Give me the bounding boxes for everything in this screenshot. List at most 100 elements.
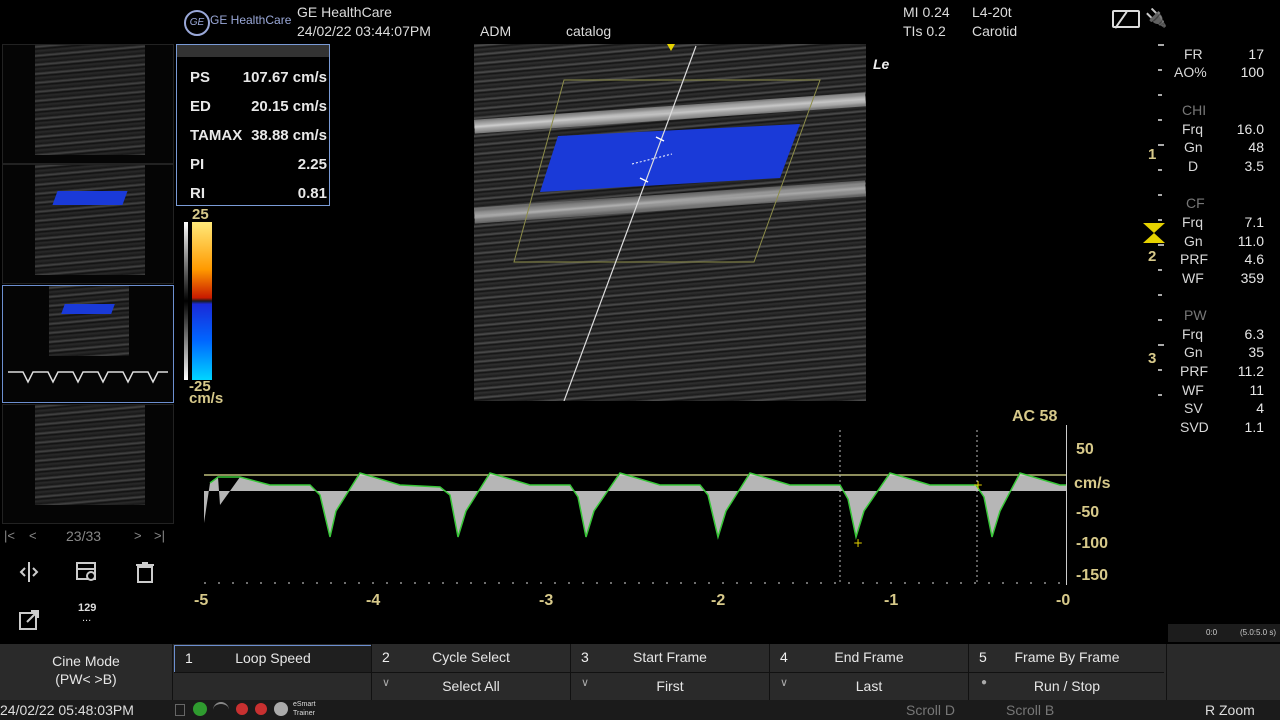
export-icon[interactable] (17, 608, 41, 632)
colorbar-unit-label: cm/s (189, 390, 224, 407)
pw-svd-value: 1.1 (1244, 419, 1264, 435)
param-ao-value: 100 (1240, 64, 1264, 80)
header: GE GE HealthCare GE HealthCare 24/02/22 … (0, 0, 1280, 44)
bmode-image[interactable] (474, 44, 866, 401)
thumbnail-1[interactable] (2, 44, 174, 164)
pw-svd-label: SVD (1180, 419, 1209, 435)
softkey-frame-by-frame[interactable]: 5 Frame By Frame (969, 645, 1165, 671)
cf-prf-label: PRF (1180, 251, 1208, 267)
thumb-last-button[interactable]: >| (154, 528, 165, 543)
softkey-select-all[interactable]: ∨ Select All (372, 674, 570, 700)
doppler-y-tick-50: 50 (1076, 441, 1094, 458)
pw-wf-label: WF (1182, 382, 1204, 398)
depth-mark-3: 3 (1148, 350, 1157, 367)
thumbnail-4[interactable] (2, 404, 174, 524)
cine-info-bar: 0:0 (5.0:5.0 s) (1168, 624, 1280, 642)
softkey-end-frame[interactable]: 4 End Frame (770, 645, 968, 671)
probe-name: L4-20t (972, 4, 1012, 20)
preset-name: Carotid (972, 23, 1018, 39)
meas-row-tamax: TAMAX 38.88 cm/s (190, 127, 327, 144)
pw-sv-value: 4 (1256, 400, 1264, 416)
status-bar: 24/02/22 05:48:03PM eSmart Trainer Scrol… (0, 700, 1280, 720)
chi-d-label: D (1188, 158, 1199, 174)
measurement-panel[interactable]: PS 107.67 cm/s ED 20.15 cm/s TAMAX 38.88 cm… (176, 44, 330, 206)
softkey-loop-speed[interactable]: 1 Loop Speed (174, 645, 372, 673)
pw-sv-label: SV (1184, 400, 1203, 416)
doppler-y-unit: cm/s (1074, 475, 1111, 492)
depth-mark-1: 1 (1148, 146, 1157, 163)
cine-info-right: (5.0:5.0 s) (1240, 628, 1277, 637)
param-fr-value: 17 (1248, 46, 1264, 62)
doppler-y-axis (1066, 425, 1073, 585)
doppler-spectrum[interactable]: + + (200, 425, 1070, 590)
pw-frq-label: Frq (1182, 326, 1203, 342)
thumb-prev-button[interactable]: < (29, 528, 37, 543)
thumbnail-2[interactable] (2, 164, 174, 284)
svg-text:+: + (853, 536, 863, 550)
softkey-bar: Cine Mode (PW< >B) 1 Loop Speed 2 Cycle … (0, 644, 1280, 700)
chi-frq-value: 16.0 (1236, 121, 1264, 137)
parameter-panel: FR 17 AO% 100 CHI Frq 16.0 Gn 48 D 3.5 C… (1170, 44, 1280, 444)
doppler-y-tick-neg150: -150 (1076, 567, 1109, 584)
color-velocity-bar (184, 222, 212, 380)
scroll-b-label[interactable]: Scroll B (1006, 702, 1054, 718)
softkey-loop-speed-value[interactable] (174, 674, 370, 700)
softkey-first[interactable]: ∨ First (571, 674, 769, 700)
thumb-counter: 23/33 (66, 528, 102, 544)
chi-title: CHI (1182, 102, 1207, 118)
image-orientation-label: Le (873, 56, 890, 72)
cine-mode-label[interactable]: Cine Mode (PW< >B) (0, 644, 172, 700)
softkey-start-frame[interactable]: 3 Start Frame (571, 645, 769, 671)
pw-prf-value: 11.2 (1237, 363, 1264, 379)
ge-logo-icon: GE (184, 10, 210, 36)
thumb-first-button[interactable]: |< (4, 528, 15, 543)
review-grid-icon[interactable] (75, 560, 99, 584)
scroll-d-label[interactable]: Scroll D (906, 702, 955, 718)
measurement-panel-handle-icon[interactable] (177, 45, 329, 57)
trash-icon[interactable] (133, 560, 157, 584)
depth-mark-2: 2 (1148, 248, 1157, 265)
esmart-label-1[interactable]: eSmart (293, 701, 316, 708)
image-count-sub: ... (82, 612, 92, 624)
doppler-x-tick-2: -2 (711, 592, 726, 609)
cine-mode-line1: Cine Mode (52, 653, 120, 669)
chi-frq-label: Frq (1182, 121, 1203, 137)
chi-d-value: 3.5 (1244, 158, 1264, 174)
pw-gn-label: Gn (1184, 344, 1203, 360)
esmart-label-2[interactable]: Trainer (293, 710, 315, 717)
softkey-cycle-select[interactable]: 2 Cycle Select (372, 645, 570, 671)
thumbnail-3-selected[interactable] (2, 285, 174, 403)
pw-prf-label: PRF (1180, 363, 1208, 379)
cf-title: CF (1186, 195, 1205, 211)
meas-row-ps: PS 107.67 cm/s (190, 69, 327, 86)
printer-error-icon (255, 703, 267, 715)
cf-prf-value: 4.6 (1244, 251, 1264, 267)
doppler-x-tick-4: -4 (366, 592, 381, 609)
svg-text:+: + (973, 478, 983, 492)
colorbar-top-label: 25 (192, 206, 209, 223)
status-datetime: 24/02/22 05:48:03PM (0, 702, 134, 718)
wifi-off-icon (213, 702, 229, 718)
mi-value: MI 0.24 (903, 4, 950, 20)
r-zoom-label[interactable]: R Zoom (1205, 702, 1255, 718)
meas-row-ed: ED 20.15 cm/s (190, 98, 327, 115)
header-title: GE HealthCare (297, 4, 392, 20)
header-user[interactable]: ADM (480, 23, 511, 39)
esmart-trainer-icon[interactable] (274, 702, 288, 716)
pw-frq-value: 6.3 (1244, 326, 1264, 342)
chi-gn-label: Gn (1184, 139, 1203, 155)
header-datetime: 24/02/22 03:44:07PM (297, 23, 431, 39)
meas-row-ri: RI 0.81 (190, 185, 327, 202)
cf-wf-value: 359 (1240, 270, 1264, 286)
header-catalog[interactable]: catalog (566, 23, 611, 39)
thumb-next-button[interactable]: > (134, 528, 142, 543)
doppler-x-tick-1: -1 (884, 592, 899, 609)
meas-row-pi: PI 2.25 (190, 156, 327, 173)
split-view-icon[interactable] (17, 560, 41, 584)
doppler-ac-label: AC 58 (1012, 408, 1058, 425)
softkey-last[interactable]: ∨ Last (770, 674, 968, 700)
battery-icon (1112, 10, 1140, 29)
cf-frq-label: Frq (1182, 214, 1203, 230)
softkey-run-stop[interactable]: ● Run / Stop (969, 674, 1165, 700)
depth-scale (1158, 44, 1166, 444)
